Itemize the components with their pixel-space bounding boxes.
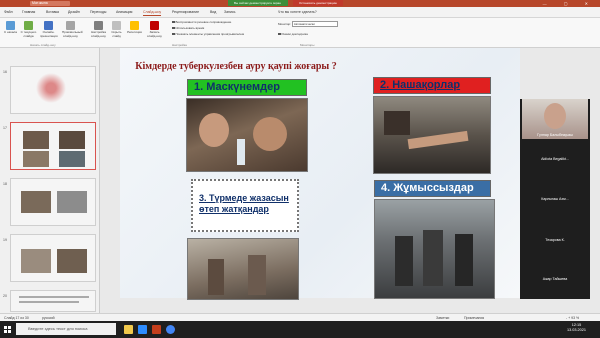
slide-title[interactable]: Кімдерде туберкулезбен ауру қаупі жоғары…: [86, 61, 386, 72]
tab-file[interactable]: Файл: [4, 9, 13, 15]
title-bar: Мат.жына Вы сейчас демонстрируете экран …: [0, 0, 600, 7]
label-unemployed[interactable]: 4. Жұмыссыздар: [374, 180, 491, 197]
group-monitors-label: Мониторы: [300, 43, 315, 47]
play-narrations-checkbox[interactable]: Воспроизвести речевое сопровождение: [172, 20, 231, 24]
ribbon: С начала С текущего слайда Онлайн-презен…: [0, 18, 600, 48]
tab-transitions[interactable]: Переходы: [90, 9, 106, 15]
taskbar-search-input[interactable]: Введите здесь текст для поиска: [16, 323, 116, 335]
play-icon: [6, 21, 15, 30]
photo-alcoholics[interactable]: [186, 98, 308, 172]
label-alcoholics[interactable]: 1. Маскүнемдер: [187, 79, 307, 96]
slide-number: 16: [3, 70, 7, 74]
windows-start-icon[interactable]: [4, 326, 11, 333]
label-drug-addicts[interactable]: 2. Нашақорлар: [373, 77, 491, 94]
participant-name[interactable]: Тезарова К.: [520, 238, 590, 242]
show-media-controls-checkbox[interactable]: Показать элементы управления проигрывате…: [172, 32, 244, 36]
custom-show-button[interactable]: Произвольный слайд-шоу: [62, 21, 83, 38]
tab-view[interactable]: Вид: [210, 9, 216, 15]
photo-drug-addicts[interactable]: [373, 96, 491, 174]
slide-thumbnail-16[interactable]: [10, 66, 96, 114]
window-controls[interactable]: — ▢ ✕: [543, 0, 596, 7]
participant-name: Гүлнар Балыбекқызы: [537, 133, 573, 137]
tab-design[interactable]: Дизайн: [68, 9, 80, 15]
slide-number: 19: [3, 238, 7, 242]
participant-name[interactable]: Карлыгаш Ахм...: [520, 197, 590, 201]
hide-slide-button[interactable]: Скрыть слайд: [108, 21, 125, 38]
participant-name[interactable]: Aidiota Begalikt...: [520, 157, 590, 161]
document-name-chip[interactable]: Мат.жына: [30, 1, 70, 6]
presenter-view-checkbox[interactable]: Режим докладчика: [278, 32, 308, 36]
present-online-button[interactable]: Онлайн-презентация: [40, 21, 58, 38]
setup-icon: [94, 21, 103, 30]
record-show-button[interactable]: Запись слайд-шоу: [146, 21, 163, 38]
slide-thumbnail-19[interactable]: [10, 234, 96, 282]
timer-icon: [130, 21, 139, 30]
taskbar-clock[interactable]: 12:15 13.03.2021: [567, 323, 586, 333]
video-participants-panel: Гүлнар Балыбекқызы Aidiota Begalikt... К…: [520, 99, 590, 299]
from-beginning-button[interactable]: С начала: [2, 21, 19, 35]
monitor-select[interactable]: Монитор: Автоматически: [278, 21, 338, 27]
use-timings-checkbox[interactable]: Использовать время: [172, 26, 204, 30]
tab-record[interactable]: Запись: [224, 9, 235, 15]
group-setup-label: Настройка: [172, 43, 187, 47]
zoom-icon[interactable]: [138, 325, 147, 334]
chrome-icon[interactable]: [166, 325, 175, 334]
slide-number: 18: [3, 182, 7, 186]
participant-name[interactable]: Ажар Тайшева: [520, 277, 590, 281]
slide-thumbnail-20[interactable]: [10, 290, 96, 312]
slides-panel: 16 17 18 19 20: [0, 48, 100, 313]
powerpoint-icon[interactable]: [152, 325, 161, 334]
tab-slideshow[interactable]: Слайд-шоу: [143, 9, 162, 16]
globe-icon: [44, 21, 53, 30]
hide-slide-icon: [112, 21, 121, 30]
tab-home[interactable]: Главная: [22, 9, 35, 15]
from-current-button[interactable]: С текущего слайда: [20, 21, 37, 38]
windows-taskbar: Введите здесь текст для поиска 12:15 13.…: [0, 321, 600, 338]
ribbon-tabs: Файл Главная Вставка Дизайн Переходы Ани…: [0, 7, 600, 18]
slide-thumbnail-17[interactable]: [10, 122, 96, 170]
tab-insert[interactable]: Вставка: [46, 9, 59, 15]
photo-prisoners[interactable]: [187, 238, 299, 300]
tab-animation[interactable]: Анимация: [116, 9, 132, 15]
tell-me-search[interactable]: Что вы хотите сделать?: [278, 9, 317, 15]
stop-sharing-button[interactable]: Остановить демонстрацию: [293, 0, 343, 6]
rehearse-button[interactable]: Репетиция: [126, 21, 143, 35]
status-bar: Слайд 17 из 30 русский Заметки Примечани…: [0, 313, 600, 321]
slide-thumbnail-18[interactable]: [10, 178, 96, 226]
group-start-label: Начать слайд-шоу: [30, 43, 56, 47]
custom-show-icon: [66, 21, 75, 30]
photo-unemployed[interactable]: [374, 199, 495, 299]
screen-share-banner: Вы сейчас демонстрируете экран: [228, 0, 288, 6]
setup-show-button[interactable]: Настройка слайд-шоу: [90, 21, 107, 38]
tab-review[interactable]: Рецензирование: [172, 9, 199, 15]
play-current-icon: [24, 21, 33, 30]
slide-number: 20: [3, 294, 7, 298]
record-icon: [150, 21, 159, 30]
label-prisoners[interactable]: 3. Түрмеде жазасын өтеп жатқандар: [191, 179, 299, 232]
file-explorer-icon[interactable]: [124, 325, 133, 334]
slide-number: 17: [3, 126, 7, 130]
